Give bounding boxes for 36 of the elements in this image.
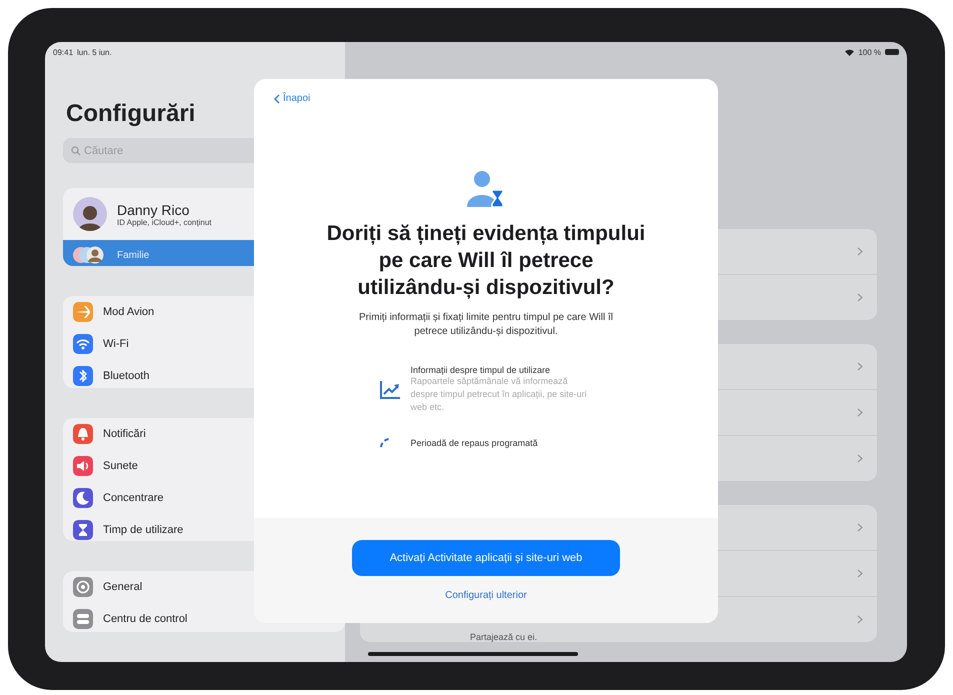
family-avatars-icon	[73, 245, 105, 265]
settings-item[interactable]: Sunete	[63, 450, 345, 482]
modal-subtitle: Primiți informații și fixați limite pentru timpul pe care Will îl petrece utilizându-și dispozitivul.	[358, 311, 614, 339]
chevron-left-icon	[274, 94, 280, 104]
chevron-icon[interactable]	[857, 523, 863, 532]
later-link[interactable]: Configurați ulterior	[445, 590, 527, 601]
settings-item[interactable]: Centru de control	[63, 602, 345, 632]
feature-title: Informații despre timpul de utilizare	[410, 365, 552, 375]
feature-description: Rapoartele săptămânale vă informează despre timpul petrecut în aplicații, pe site-uri web etc.	[410, 375, 588, 414]
settings-item[interactable]: Timp de utilizare	[63, 514, 345, 541]
chevron-icon[interactable]	[857, 362, 863, 371]
chevron-icon[interactable]	[857, 454, 863, 463]
status-time: 09:41	[53, 48, 74, 56]
settings-item[interactable]: Wi-Fi	[63, 328, 345, 360]
settings-item[interactable]: Concentrare	[63, 482, 345, 514]
settings-item[interactable]: General	[63, 570, 345, 603]
settings-item[interactable]: Bluetooth	[63, 360, 345, 388]
chevron-icon[interactable]	[857, 569, 863, 578]
chart-icon	[378, 380, 400, 400]
avatar-icon	[73, 197, 107, 231]
back-button[interactable]: Înapoi	[274, 93, 310, 104]
account-subtitle: ID Apple, iCloud+, conținut	[117, 218, 212, 226]
chevron-icon[interactable]	[857, 293, 863, 302]
settings-item[interactable]: Notificări	[63, 418, 345, 450]
feature-title: Perioadă de repaus programată	[410, 438, 538, 448]
wifi-icon	[845, 48, 854, 56]
account-name: Danny Rico	[117, 202, 190, 218]
status-date: lun. 5 iun.	[77, 48, 112, 56]
battery-percent: 100 %	[858, 48, 881, 56]
detail-caption: Partajează cu ei.	[470, 632, 538, 642]
settings-title: Configurări	[66, 100, 196, 128]
chevron-icon[interactable]	[857, 615, 863, 624]
enable-button[interactable]: Activați Activitate aplicații și site-uri web	[352, 540, 620, 576]
battery-icon	[885, 49, 899, 55]
chevron-icon[interactable]	[857, 408, 863, 417]
chevron-icon[interactable]	[857, 247, 863, 256]
